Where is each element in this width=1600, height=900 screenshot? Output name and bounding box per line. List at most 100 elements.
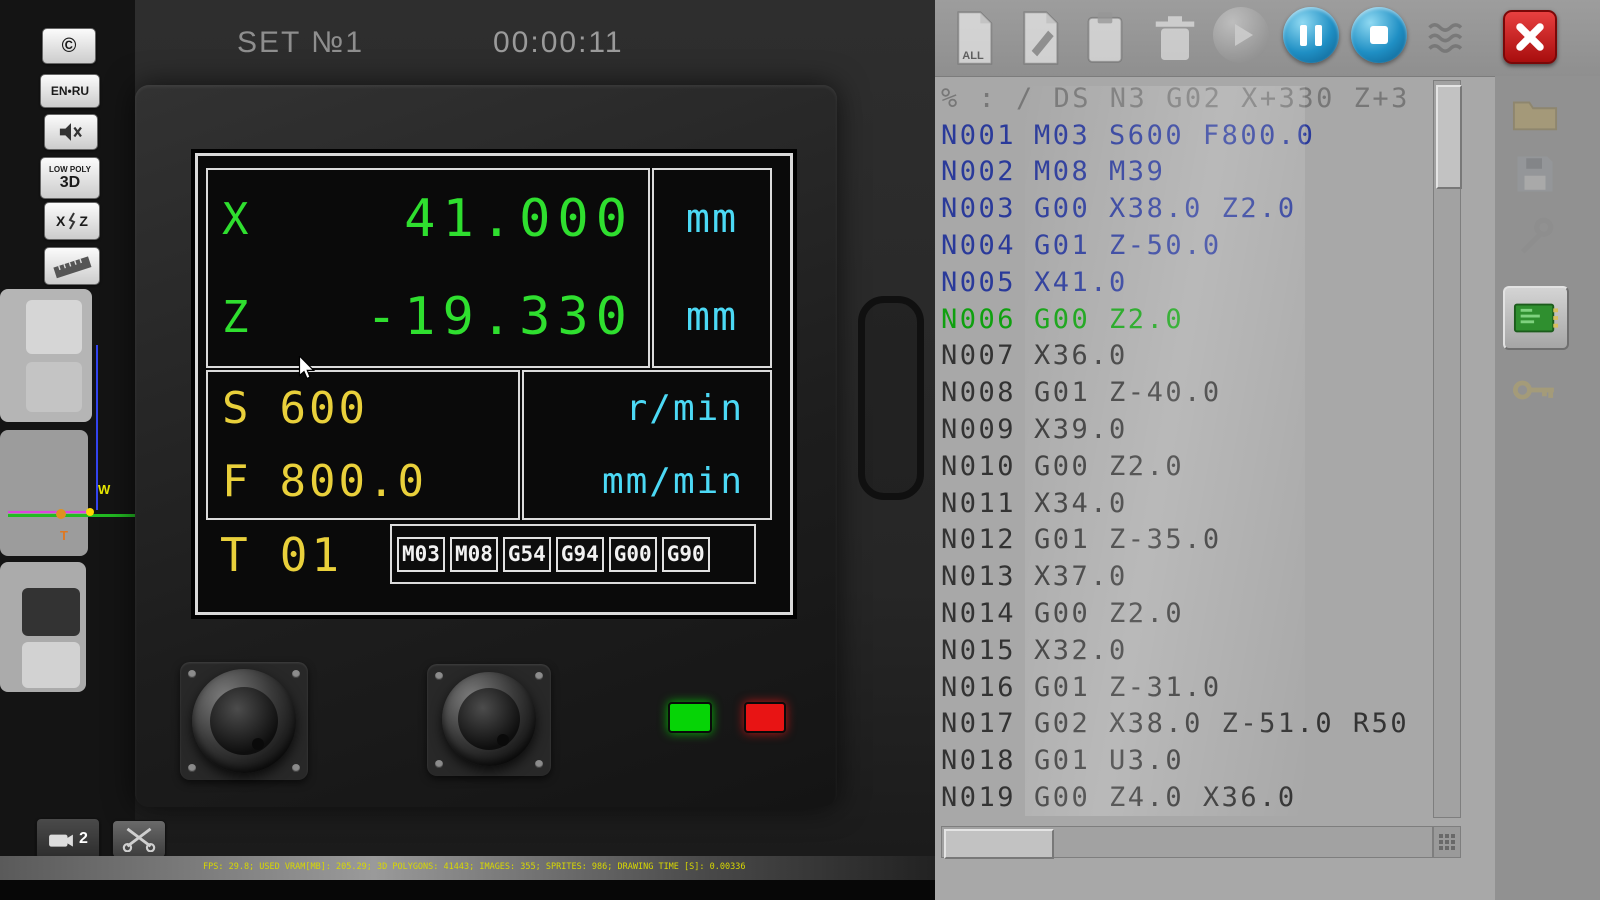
cnc-screen: X 41.000 Z -19.330 mm mm S 600 F xyxy=(195,153,793,615)
controller-board-button[interactable] xyxy=(1503,286,1569,350)
new-program-button[interactable]: ALL xyxy=(945,8,1001,68)
cut-view-button[interactable] xyxy=(112,820,166,858)
knob-inner xyxy=(210,687,279,756)
language-label: EN•RU xyxy=(51,84,89,98)
play-icon xyxy=(1235,24,1253,46)
status-code: G54 xyxy=(503,537,551,572)
language-toggle-button[interactable]: EN•RU xyxy=(40,74,100,108)
program-line[interactable]: N015X32.0 xyxy=(941,632,1433,669)
tool-number-row: T 01 xyxy=(220,522,343,588)
tool-setup-button[interactable] xyxy=(1507,208,1563,264)
program-header-row[interactable]: % : / DS N3 G02 X+330 Z+3 xyxy=(941,80,1433,117)
floppy-icon xyxy=(1514,153,1556,195)
low-poly-label: LOW POLY xyxy=(49,165,91,174)
wavy-lines-icon xyxy=(1426,18,1468,58)
program-line[interactable]: N008G01 Z-40.0 xyxy=(941,374,1433,411)
program-line[interactable]: N018G01 U3.0 xyxy=(941,742,1433,779)
camera-view-button[interactable]: 2 xyxy=(36,818,100,860)
machine-part xyxy=(26,362,82,412)
x-axis-dro-label: X xyxy=(222,194,249,245)
program-line[interactable]: N019G00 Z4.0 X36.0 xyxy=(941,779,1433,816)
spindle-speed-value: 600 xyxy=(280,383,368,434)
program-line[interactable]: N002M08 M39 xyxy=(941,154,1433,191)
low-poly-3d-label: 3D xyxy=(60,174,80,192)
chips-toggle-button[interactable] xyxy=(1423,14,1471,62)
knob-plate-right xyxy=(427,664,551,776)
ruler-button[interactable] xyxy=(44,247,100,285)
program-line[interactable]: N004G01 Z-50.0 xyxy=(941,227,1433,264)
screw xyxy=(435,760,443,768)
edit-program-button[interactable] xyxy=(1011,8,1067,68)
green-indicator-button[interactable] xyxy=(668,702,712,733)
x-unit-label: mm xyxy=(668,196,756,242)
program-line[interactable]: N010G00 Z2.0 xyxy=(941,448,1433,485)
play-button[interactable] xyxy=(1213,7,1269,63)
scissors-icon xyxy=(121,826,157,852)
status-code: M03 xyxy=(397,537,445,572)
program-line[interactable]: N014G00 Z2.0 xyxy=(941,595,1433,632)
paste-button[interactable] xyxy=(1077,8,1133,68)
lightning-icon xyxy=(67,212,77,230)
feed-speed-box: S 600 F 800.0 xyxy=(206,370,520,520)
vertical-scrollbar-thumb[interactable] xyxy=(1436,85,1462,189)
camera-count-label: 2 xyxy=(79,830,88,848)
cnc-simulator-app: W Z T SET №1 00:00:11 © EN•RU LOW POLY 3… xyxy=(0,0,1600,900)
program-line[interactable]: N013X37.0 xyxy=(941,558,1433,595)
status-code: G90 xyxy=(662,537,710,572)
ruler-icon xyxy=(51,253,93,279)
vertical-scrollbar[interactable] xyxy=(1433,80,1461,818)
stop-icon xyxy=(1370,26,1388,44)
knob-inner xyxy=(458,688,520,750)
screw xyxy=(292,764,300,772)
pause-button[interactable] xyxy=(1283,7,1339,63)
knob-notch xyxy=(497,734,509,746)
machine-panel: W Z T SET №1 00:00:11 © EN•RU LOW POLY 3… xyxy=(0,0,935,900)
status-code: G00 xyxy=(609,537,657,572)
delete-button[interactable] xyxy=(1147,10,1203,68)
feed-override-knob[interactable] xyxy=(192,669,296,773)
feed-unit-label: mm/min xyxy=(602,461,756,502)
program-line[interactable]: N017G02 X38.0 Z-51.0 R50 xyxy=(941,706,1433,743)
program-line[interactable]: N016G01 Z-31.0 xyxy=(941,669,1433,706)
key-button[interactable] xyxy=(1507,362,1563,418)
cabinet-handle xyxy=(858,296,924,500)
spindle-override-knob[interactable] xyxy=(442,672,536,766)
program-line[interactable]: N001M03 S600 F800.0 xyxy=(941,117,1433,154)
screw xyxy=(292,670,300,678)
copyright-button[interactable]: © xyxy=(42,28,96,64)
save-button[interactable] xyxy=(1507,146,1563,202)
screw xyxy=(188,670,196,678)
status-code: G94 xyxy=(556,537,604,572)
workpiece-zero-point xyxy=(86,508,94,516)
program-lines: N001M03 S600 F800.0N002M08 M39N003G00 X3… xyxy=(941,117,1433,816)
scroll-corner-button[interactable] xyxy=(1433,826,1461,858)
program-line[interactable]: N007X36.0 xyxy=(941,338,1433,375)
program-line[interactable]: N003G00 X38.0 Z2.0 xyxy=(941,190,1433,227)
axis-label-w: W xyxy=(98,482,110,497)
close-button[interactable] xyxy=(1503,10,1557,64)
knob-notch xyxy=(252,738,264,750)
red-indicator-button[interactable] xyxy=(744,702,786,733)
x-axis-label: X xyxy=(56,213,65,229)
horizontal-scrollbar-thumb[interactable] xyxy=(944,829,1054,859)
horizontal-scrollbar[interactable] xyxy=(941,826,1433,858)
z-axis-dro-label: Z xyxy=(222,292,249,343)
program-line[interactable]: N005X41.0 xyxy=(941,264,1433,301)
grid-icon xyxy=(1438,833,1456,851)
program-line[interactable]: N011X34.0 xyxy=(941,485,1433,522)
program-line[interactable]: N006G00 Z2.0 xyxy=(941,301,1433,338)
circuit-board-icon xyxy=(1513,297,1559,339)
pause-icon xyxy=(1300,25,1307,46)
z-axis-dro-value: -19.330 xyxy=(366,287,634,347)
mute-button[interactable] xyxy=(44,114,98,150)
clipboard-icon xyxy=(1083,10,1127,66)
position-units-box: mm mm xyxy=(652,168,772,368)
open-folder-button[interactable] xyxy=(1507,86,1563,142)
xz-axes-button[interactable]: X Z xyxy=(44,202,100,240)
program-line[interactable]: N009X39.0 xyxy=(941,411,1433,448)
low-poly-3d-button[interactable]: LOW POLY 3D xyxy=(40,157,100,199)
stop-button[interactable] xyxy=(1351,7,1407,63)
program-panel: ALL xyxy=(935,0,1600,900)
program-line[interactable]: N012G01 Z-35.0 xyxy=(941,522,1433,559)
key-icon xyxy=(1513,377,1557,403)
